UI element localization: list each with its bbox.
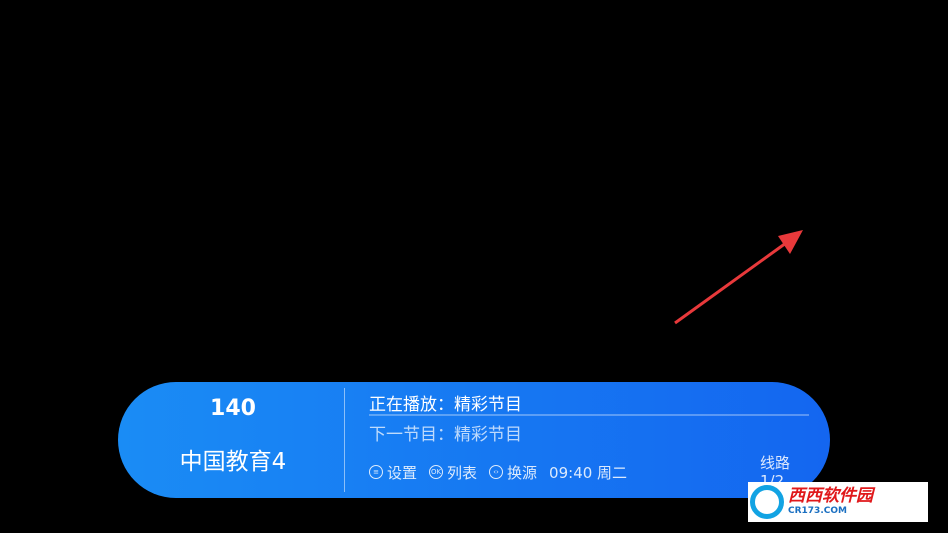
- channel-info-bar: 140 中国教育4 正在播放：精彩节目 下一节目：精彩节目 ≡ 设置 OK 列表…: [118, 382, 830, 498]
- channel-number: 140: [210, 396, 256, 421]
- next-program: 下一节目：精彩节目: [369, 425, 522, 445]
- left-right-icon: ‹›: [489, 465, 504, 479]
- switch-source-hint[interactable]: ‹› 换源: [489, 462, 537, 483]
- list-hint[interactable]: OK 列表: [429, 462, 477, 483]
- clock: 09:40 周二: [549, 463, 628, 482]
- switch-source-label: 换源: [507, 463, 538, 482]
- watermark-subtitle: CR173.COM: [788, 506, 847, 516]
- divider: [344, 388, 345, 492]
- watermark-logo: [750, 485, 784, 519]
- watermark-title: 西西软件园: [788, 486, 873, 506]
- key-hints: ≡ 设置 OK 列表 ‹› 换源 09:40 周二: [369, 461, 627, 483]
- ok-icon: OK: [429, 465, 444, 479]
- line-label: 线路: [760, 454, 791, 472]
- settings-label: 设置: [387, 463, 418, 482]
- channel-name: 中国教育4: [179, 449, 287, 475]
- menu-icon: ≡: [369, 465, 383, 479]
- program-progress-bar: [369, 414, 809, 416]
- settings-hint[interactable]: ≡ 设置: [369, 462, 417, 483]
- list-label: 列表: [447, 463, 478, 482]
- watermark: 西西软件园 CR173.COM: [748, 482, 928, 522]
- now-playing: 正在播放：精彩节目: [369, 395, 522, 415]
